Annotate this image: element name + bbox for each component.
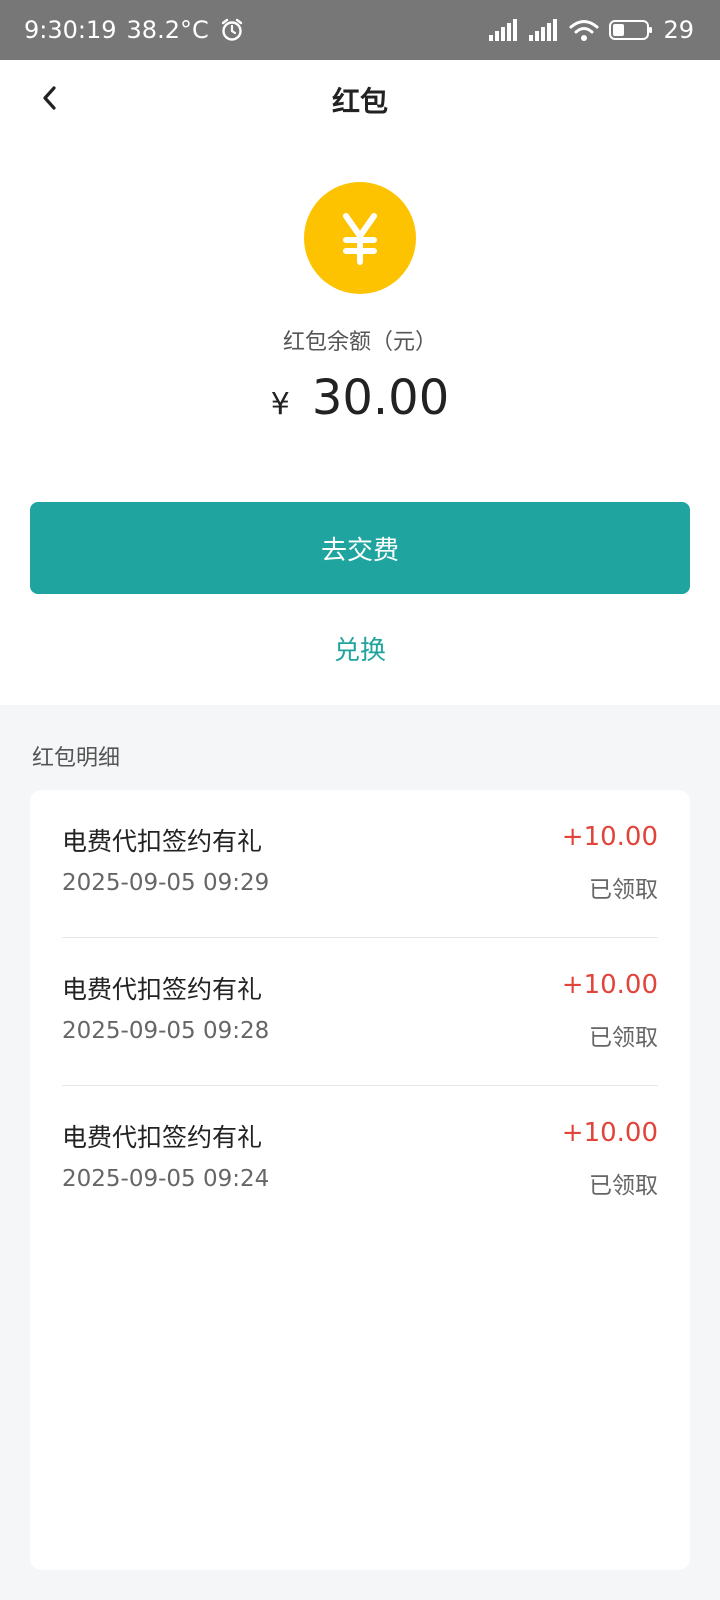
yuan-coin-icon [304, 182, 416, 294]
record-status: 已领取 [589, 1025, 658, 1051]
balance-amount: 30.00 [311, 370, 450, 426]
record-time: 2025-09-05 09:24 [62, 1166, 270, 1192]
detail-list: 电费代扣签约有礼 2025-09-05 09:29 +10.00 已领取 电费代… [30, 790, 690, 1570]
battery-level-text: 29 [663, 16, 694, 44]
temperature-text: 38.2°C [126, 16, 209, 44]
exchange-link[interactable]: 兑换 [0, 630, 720, 667]
wifi-icon [569, 18, 599, 42]
record-time: 2025-09-05 09:29 [62, 870, 270, 896]
clock-text: 9:30:19 [24, 16, 117, 44]
record-title: 电费代扣签约有礼 [62, 827, 263, 856]
record-status: 已领取 [589, 1173, 658, 1199]
balance-label: 红包余额（元） [282, 330, 437, 355]
pay-button[interactable]: 去交费 [30, 502, 690, 594]
section-title: 红包明细 [32, 746, 121, 771]
signal-icon [489, 19, 519, 41]
status-bar-left: 9:30:19 38.2°C [24, 16, 245, 44]
signal-icon-secondary [529, 19, 559, 41]
currency-symbol: ¥ [270, 387, 290, 422]
record-amount: +10.00 [561, 970, 658, 1000]
record-amount: +10.00 [561, 822, 658, 852]
nav-bar: 红包 [0, 60, 720, 136]
list-item[interactable]: 电费代扣签约有礼 2025-09-05 09:24 +10.00 已领取 [62, 1085, 658, 1234]
record-title: 电费代扣签约有礼 [62, 1123, 263, 1152]
record-time: 2025-09-05 09:28 [62, 1018, 270, 1044]
list-item[interactable]: 电费代扣签约有礼 2025-09-05 09:28 +10.00 已领取 [62, 937, 658, 1086]
status-bar-right: 29 [489, 16, 694, 44]
record-title: 电费代扣签约有礼 [62, 975, 263, 1004]
status-bar: 9:30:19 38.2°C 29 [0, 0, 720, 60]
list-item[interactable]: 电费代扣签约有礼 2025-09-05 09:29 +10.00 已领取 [62, 790, 658, 938]
record-amount: +10.00 [561, 1118, 658, 1148]
page-title: 红包 [331, 85, 388, 118]
balance-value: ¥ 30.00 [0, 370, 720, 426]
balance-panel: 红包 红包余额（元） ¥ 30.00 去交费 兑换 [0, 60, 720, 705]
record-status: 已领取 [589, 877, 658, 903]
alarm-clock-icon [219, 17, 245, 43]
battery-icon [609, 19, 653, 41]
